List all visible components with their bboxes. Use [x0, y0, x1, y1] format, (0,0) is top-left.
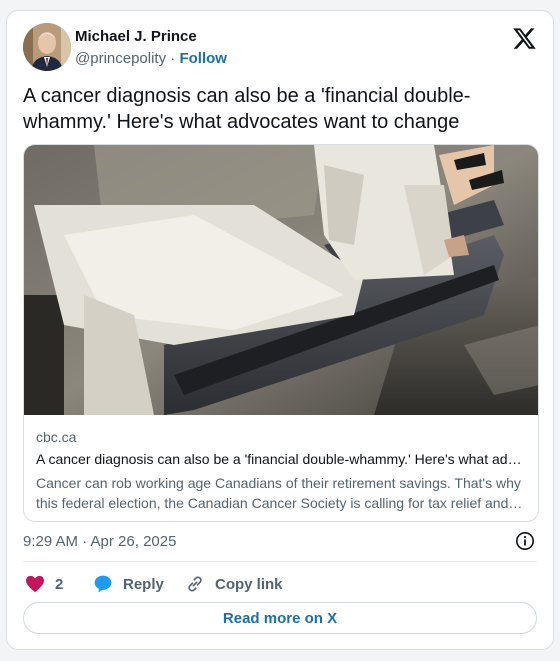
link-meta: cbc.ca A cancer diagnosis can also be a …	[36, 429, 526, 513]
follow-button[interactable]: Follow	[179, 50, 227, 67]
tweet-actions: 2 Reply Copy link	[23, 572, 537, 596]
article-image[interactable]	[24, 145, 538, 415]
author-name[interactable]: Michael J. Prince	[75, 28, 197, 45]
reply-label: Reply	[123, 575, 164, 593]
info-icon[interactable]	[515, 531, 535, 551]
tweet-timestamp[interactable]: 9:29 AM · Apr 26, 2025	[23, 533, 176, 550]
author-subline: @princepolity · Follow	[75, 50, 227, 67]
read-more-button[interactable]: Read more on X	[23, 602, 537, 634]
copy-link-button[interactable]: Copy link	[185, 572, 283, 596]
divider	[23, 561, 537, 562]
tweet-embed-card: Michael J. Prince @princepolity · Follow…	[6, 10, 554, 650]
link-preview-card[interactable]: cbc.ca A cancer diagnosis can also be a …	[23, 144, 539, 522]
avatar[interactable]	[23, 23, 71, 71]
link-description: Cancer can rob working age Canadians of …	[36, 475, 523, 511]
author-handle[interactable]: @princepolity	[75, 50, 166, 67]
copy-link-label: Copy link	[215, 575, 283, 593]
tweet-header: Michael J. Prince @princepolity · Follow	[23, 23, 537, 73]
reply-bubble-icon	[94, 575, 112, 593]
link-domain: cbc.ca	[36, 429, 77, 445]
link-title[interactable]: A cancer diagnosis can also be a 'financ…	[36, 451, 526, 473]
tweet-text: A cancer diagnosis can also be a 'financ…	[23, 85, 471, 133]
heart-icon	[26, 575, 44, 593]
like-button[interactable]: 2	[25, 572, 63, 596]
link-icon	[188, 576, 202, 592]
separator-dot: ·	[170, 50, 176, 67]
like-count: 2	[55, 575, 64, 593]
reply-button[interactable]: Reply	[93, 572, 164, 596]
x-logo-icon[interactable]	[512, 26, 537, 51]
